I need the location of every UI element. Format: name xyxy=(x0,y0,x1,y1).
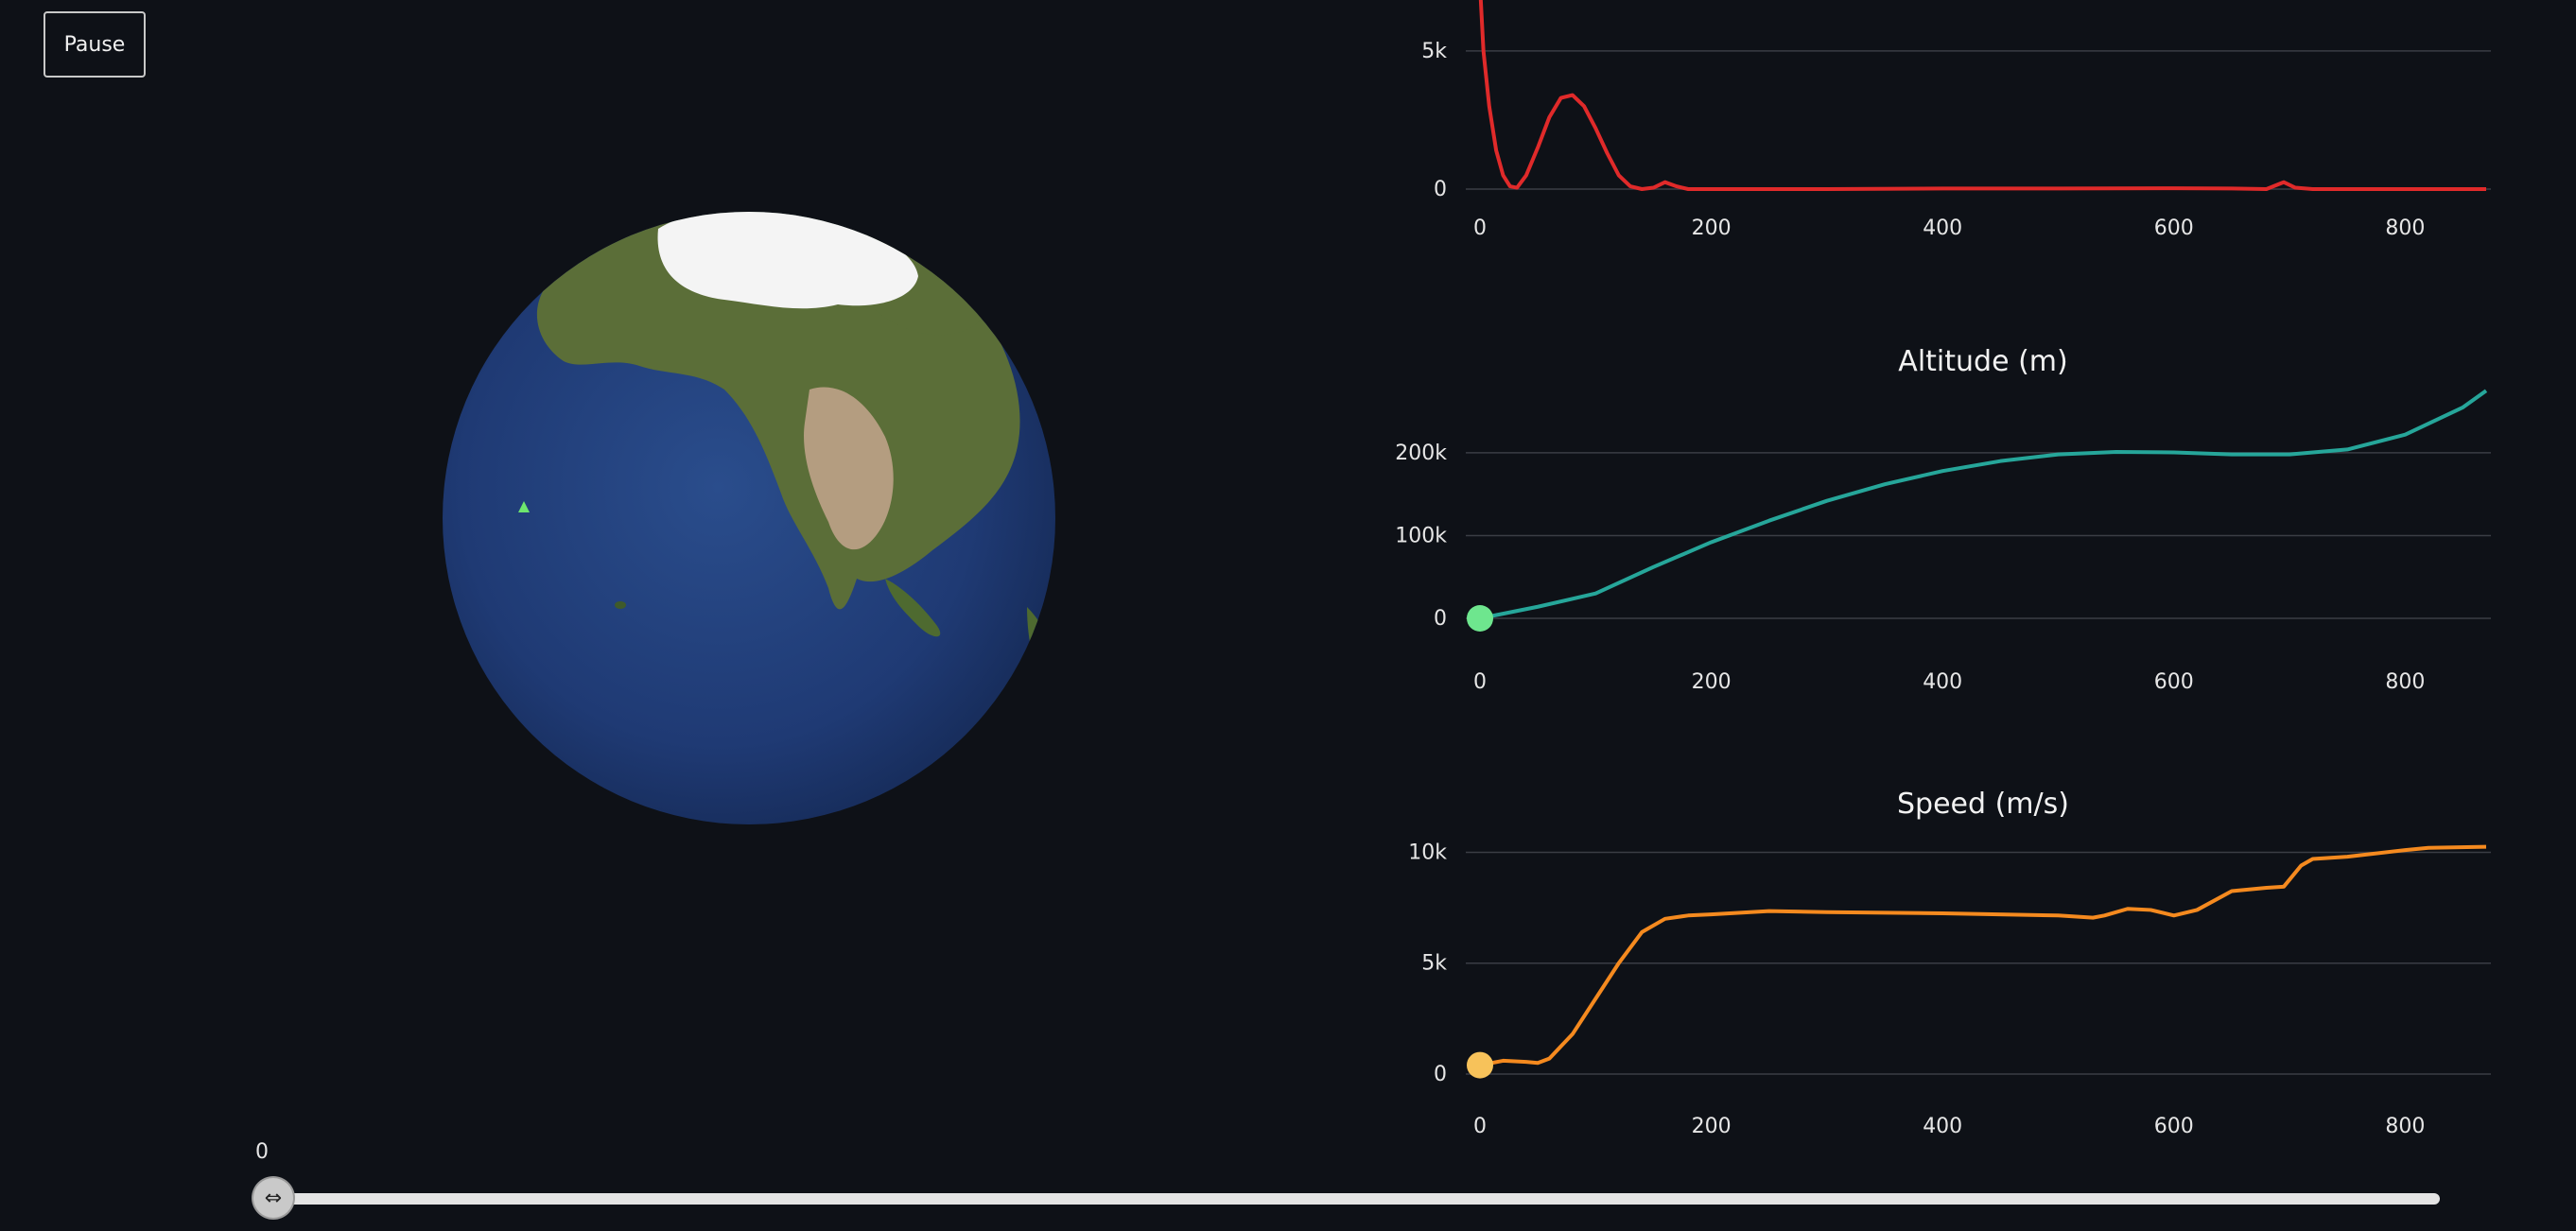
x-tick-label: 0 xyxy=(1473,1115,1487,1138)
x-tick-label: 200 xyxy=(1692,217,1732,240)
y-tick-label: 0 xyxy=(1434,1063,1447,1086)
x-tick-label: 800 xyxy=(2385,1115,2425,1138)
current-point-marker xyxy=(1467,605,1493,632)
slider-value-label: 0 xyxy=(255,1140,269,1164)
pause-button[interactable]: Pause xyxy=(44,11,146,78)
x-tick-label: 600 xyxy=(2154,217,2194,240)
globe-svg[interactable] xyxy=(441,210,1057,826)
x-tick-label: 400 xyxy=(1923,217,1962,240)
x-tick-label: 800 xyxy=(2385,217,2425,240)
series-line xyxy=(1478,0,2486,191)
app-root: Pause 0 5k 0 200 400 600 800 Altitude (m… xyxy=(0,0,2576,1231)
x-tick-label: 600 xyxy=(2154,1115,2194,1138)
x-tick-label: 800 xyxy=(2385,670,2425,694)
y-tick-label: 5k xyxy=(1421,952,1447,976)
horizontal-resize-icon: ⇔ xyxy=(264,1186,283,1210)
south-america-edge xyxy=(1027,607,1055,702)
y-tick-label: 10k xyxy=(1408,841,1447,864)
time-slider-track[interactable] xyxy=(272,1193,2440,1205)
acceleration-chart: 0 5k 0 200 400 600 800 xyxy=(1362,0,2491,255)
y-tick-label: 200k xyxy=(1395,442,1447,465)
chart-title: Speed (m/s) xyxy=(1897,788,2069,821)
chart-1-svg: Altitude (m) 0 100k 200k 0 200 400 600 800 xyxy=(1395,345,2491,694)
current-point-marker xyxy=(1467,1051,1493,1079)
altitude-chart: Altitude (m) 0 100k 200k 0 200 400 600 800 xyxy=(1362,342,2491,694)
y-tick-label: 0 xyxy=(1434,178,1447,201)
x-tick-label: 200 xyxy=(1692,670,1732,694)
series-line xyxy=(1479,844,2487,1067)
y-tick-label: 5k xyxy=(1421,40,1447,63)
globe-view[interactable] xyxy=(441,210,1057,826)
x-tick-label: 600 xyxy=(2154,670,2194,694)
x-tick-label: 400 xyxy=(1923,670,1962,694)
x-tick-label: 400 xyxy=(1923,1115,1962,1138)
chart-2-svg: Speed (m/s) 0 5k 10k 0 200 400 600 800 xyxy=(1408,788,2491,1138)
x-tick-label: 0 xyxy=(1473,670,1487,694)
time-slider-thumb[interactable]: ⇔ xyxy=(253,1178,293,1218)
x-tick-label: 0 xyxy=(1473,217,1487,240)
hawaii-islands xyxy=(615,601,626,609)
x-tick-label: 200 xyxy=(1692,1115,1732,1138)
speed-chart: Speed (m/s) 0 5k 10k 0 200 400 600 800 xyxy=(1362,787,2491,1146)
chart-0-svg: 0 5k 0 200 400 600 800 xyxy=(1421,0,2491,240)
y-tick-label: 0 xyxy=(1434,607,1447,631)
chart-title: Altitude (m) xyxy=(1898,345,2067,378)
y-tick-label: 100k xyxy=(1395,524,1447,547)
series-line xyxy=(1479,389,2488,620)
